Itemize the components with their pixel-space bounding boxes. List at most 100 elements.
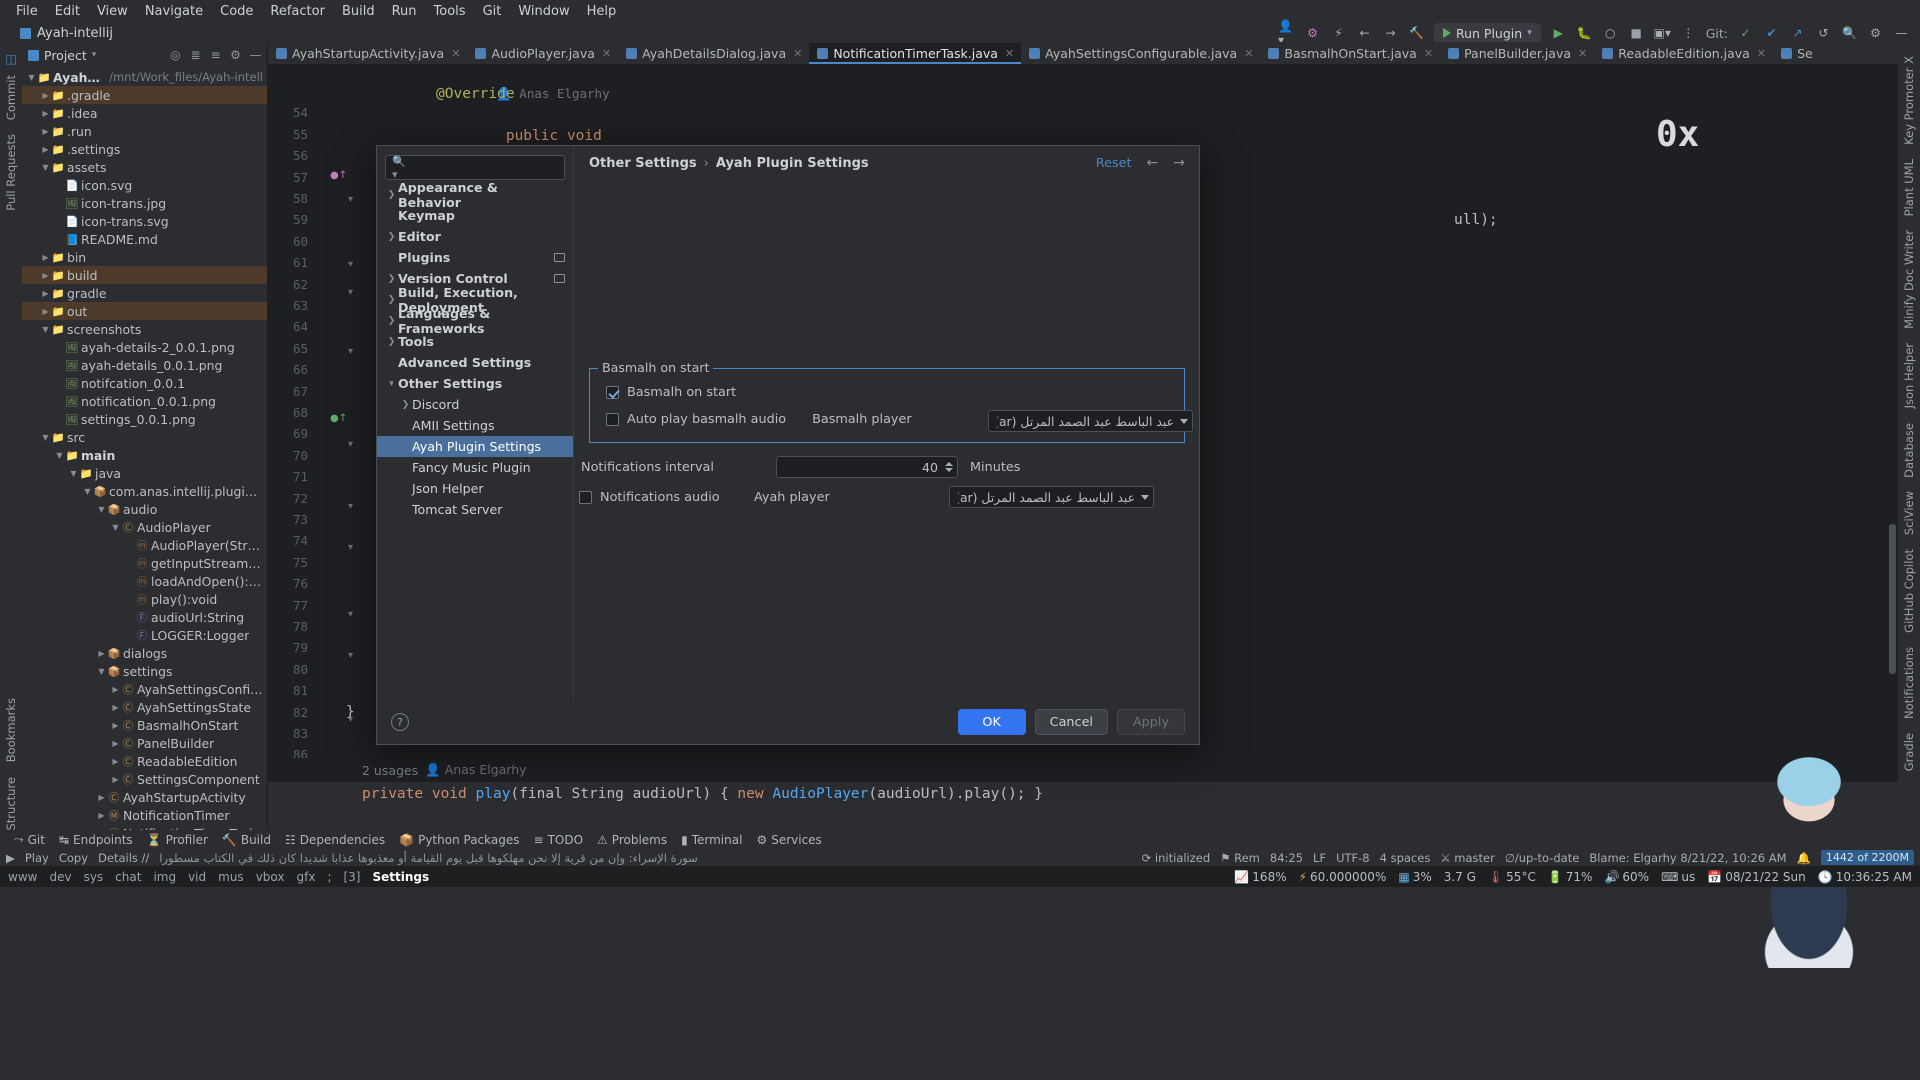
chevron-down-icon[interactable]: ▼ bbox=[82, 487, 93, 496]
project-tree-item[interactable]: 🖼ayah-details_0.0.1.png bbox=[22, 356, 267, 374]
project-tree-item[interactable]: ▼📁src bbox=[22, 428, 267, 446]
project-tree-item[interactable]: ▼📁screenshots bbox=[22, 320, 267, 338]
project-tree-item[interactable]: 📄icon-trans.svg bbox=[22, 212, 267, 230]
options-gear-icon[interactable]: ⚙ bbox=[228, 48, 243, 62]
taskbar-volume[interactable]: 🔊60% bbox=[1604, 870, 1649, 884]
project-file-tree[interactable]: ▼ 📁 Ayah-intellij /mnt/Work_files/Ayah-i… bbox=[22, 66, 267, 834]
chevron-right-icon[interactable]: ❯ bbox=[385, 337, 398, 347]
build-hammer-icon[interactable]: 🔨 bbox=[1408, 25, 1425, 42]
status-indent[interactable]: 4 spaces bbox=[1380, 851, 1431, 865]
settings-tree-item-tomcat-server[interactable]: Tomcat Server bbox=[377, 499, 573, 520]
project-tree-item[interactable]: ▶📁gradle bbox=[22, 284, 267, 302]
layout-indicator[interactable]: [3] bbox=[343, 870, 360, 884]
expand-all-icon[interactable]: ≣ bbox=[188, 48, 203, 62]
chevron-right-icon[interactable]: ▶ bbox=[40, 91, 51, 100]
bottom-item-dependencies[interactable]: ☷Dependencies bbox=[285, 833, 385, 847]
close-icon[interactable]: ✕ bbox=[451, 47, 460, 60]
close-icon[interactable]: ✕ bbox=[1244, 47, 1253, 60]
bottom-item-python-packages[interactable]: 📦Python Packages bbox=[399, 833, 519, 847]
settings-tree-item-plugins[interactable]: Plugins bbox=[377, 247, 573, 268]
project-tree-item[interactable]: ⓜgetInputStream(St bbox=[22, 554, 267, 572]
implement-gutter-icon[interactable]: ●↑ bbox=[330, 413, 347, 424]
settings-tree-item-fancy-music-plugin[interactable]: Fancy Music Plugin bbox=[377, 457, 573, 478]
auto-play-basmalh-checkbox[interactable] bbox=[606, 413, 619, 426]
chevron-right-icon[interactable]: ▶ bbox=[96, 811, 107, 820]
reset-link[interactable]: Reset bbox=[1096, 156, 1132, 171]
settings-gear-icon[interactable]: ⚙ bbox=[1867, 25, 1884, 42]
project-tree-item[interactable]: ▶📁.gradle bbox=[22, 86, 267, 104]
project-tree-item[interactable]: ▶📁bin bbox=[22, 248, 267, 266]
chevron-right-icon[interactable]: ❯ bbox=[385, 316, 398, 326]
close-icon[interactable]: ✕ bbox=[602, 47, 611, 60]
project-tree-item[interactable]: 🖼notifcation_0.0.1 bbox=[22, 374, 267, 392]
settings-tree-item-amii-settings[interactable]: AMII Settings bbox=[377, 415, 573, 436]
settings-tree-item-advanced-settings[interactable]: Advanced Settings bbox=[377, 352, 573, 373]
project-tree-item[interactable]: 🖼icon-trans.jpg bbox=[22, 194, 267, 212]
project-tree-item[interactable]: ▶ⒸPanelBuilder bbox=[22, 734, 267, 752]
chevron-down-icon[interactable]: ▾ bbox=[92, 50, 97, 60]
editor-tab-5[interactable]: BasmalhOnStart.java ✕ bbox=[1260, 43, 1440, 64]
project-panel-title[interactable]: Project bbox=[44, 48, 87, 63]
chevron-down-icon[interactable]: ▼ bbox=[40, 325, 51, 334]
chevron-right-icon[interactable]: ▶ bbox=[40, 307, 51, 316]
settings-search-box[interactable]: 🔍▾ bbox=[385, 155, 565, 180]
chevron-right-icon[interactable]: ▶ bbox=[40, 253, 51, 262]
workspace-img[interactable]: img bbox=[153, 870, 176, 884]
project-tree-root[interactable]: ▼ 📁 Ayah-intellij /mnt/Work_files/Ayah-i… bbox=[22, 68, 267, 86]
git-commit-icon[interactable]: ✔ bbox=[1763, 25, 1780, 42]
workspace-mus[interactable]: mus bbox=[218, 870, 244, 884]
status-caret-position[interactable]: 84:25 bbox=[1270, 851, 1303, 865]
fold-icon[interactable]: ▾ bbox=[348, 194, 353, 205]
chevron-right-icon[interactable]: ▶ bbox=[40, 127, 51, 136]
fold-icon[interactable]: ▾ bbox=[348, 501, 353, 512]
settings-tree[interactable]: ❯Appearance & BehaviorKeymap❯EditorPlugi… bbox=[377, 184, 573, 520]
chevron-down-icon[interactable]: ▼ bbox=[54, 451, 65, 460]
rail-item-json-helper[interactable]: Json Helper bbox=[1900, 337, 1918, 414]
project-tree-item[interactable]: ▼📦settings bbox=[22, 662, 267, 680]
project-tree-item[interactable]: ▶ⒸBasmalhOnStart bbox=[22, 716, 267, 734]
project-tree-item[interactable]: ⓜAudioPlayer(String bbox=[22, 536, 267, 554]
workspace-chat[interactable]: chat bbox=[115, 870, 141, 884]
chevron-down-icon[interactable]: ▼ bbox=[40, 163, 51, 172]
chevron-right-icon[interactable]: ❯ bbox=[385, 190, 398, 200]
close-icon[interactable]: ✕ bbox=[1757, 47, 1766, 60]
chevron-right-icon[interactable]: ❯ bbox=[399, 400, 412, 410]
project-tree-item[interactable]: ▶ⒸReadableEdition bbox=[22, 752, 267, 770]
search-everywhere-icon[interactable]: 🔍 bbox=[1841, 25, 1858, 42]
rail-item-notifications[interactable]: Notifications bbox=[1900, 641, 1918, 725]
editor-tab-1[interactable]: AudioPlayer.java ✕ bbox=[467, 43, 618, 64]
project-tree-item[interactable]: 📄icon.svg bbox=[22, 176, 267, 194]
rail-item-plantuml[interactable]: Plant UML bbox=[1900, 153, 1918, 222]
editor-tab-6[interactable]: PanelBuilder.java ✕ bbox=[1440, 43, 1594, 64]
close-icon[interactable]: ✕ bbox=[1005, 47, 1014, 60]
ok-button[interactable]: OK bbox=[958, 709, 1026, 735]
project-tree-item[interactable]: ▶ⓂNotificationTimer bbox=[22, 806, 267, 824]
project-tree-item[interactable]: ▶ⒸAyahSettingsConfigur bbox=[22, 680, 267, 698]
chevron-right-icon[interactable]: ▶ bbox=[110, 757, 121, 766]
chevron-down-icon[interactable]: ▼ bbox=[26, 73, 37, 82]
hide-icon[interactable]: — bbox=[248, 48, 263, 62]
settings-tree-item-other-settings[interactable]: ▾Other Settings bbox=[377, 373, 573, 394]
settings-dialog[interactable]: 🔍▾ ❯Appearance & BehaviorKeymap❯EditorPl… bbox=[376, 145, 1200, 745]
settings-search-input[interactable] bbox=[413, 160, 558, 175]
basmalh-on-start-checkbox[interactable] bbox=[606, 386, 619, 399]
workspace-vbox[interactable]: vbox bbox=[256, 870, 285, 884]
project-tree-item[interactable]: ▶📦dialogs bbox=[22, 644, 267, 662]
project-tree-item[interactable]: 🖼notification_0.0.1.png bbox=[22, 392, 267, 410]
status-copy-label[interactable]: Copy bbox=[59, 851, 88, 865]
bottom-item-build[interactable]: 🔨Build bbox=[222, 833, 271, 847]
forward-arrow-icon[interactable]: → bbox=[1173, 155, 1185, 171]
rail-item-pull-requests[interactable]: Pull Requests bbox=[2, 128, 20, 217]
basmalh-on-start-checkbox-row[interactable]: Basmalh on start bbox=[606, 385, 736, 400]
project-tree-item[interactable]: 🖼settings_0.0.1.png bbox=[22, 410, 267, 428]
status-play-icon[interactable]: ▶ bbox=[6, 851, 15, 865]
override-gutter-icon[interactable]: ●↑ bbox=[330, 170, 347, 181]
workspace-gfx[interactable]: gfx bbox=[296, 870, 315, 884]
project-tree-item[interactable]: 📘README.md bbox=[22, 230, 267, 248]
workspace-dev[interactable]: dev bbox=[49, 870, 71, 884]
bottom-item-profiler[interactable]: ⏳Profiler bbox=[147, 833, 208, 847]
project-tree-item[interactable]: ▶ⒸAyahStartupActivity bbox=[22, 788, 267, 806]
project-tree-item[interactable]: 🖼ayah-details-2_0.0.1.png bbox=[22, 338, 267, 356]
project-tree-item[interactable]: ⓜplay():void bbox=[22, 590, 267, 608]
bottom-item-terminal[interactable]: ▮Terminal bbox=[681, 833, 742, 847]
